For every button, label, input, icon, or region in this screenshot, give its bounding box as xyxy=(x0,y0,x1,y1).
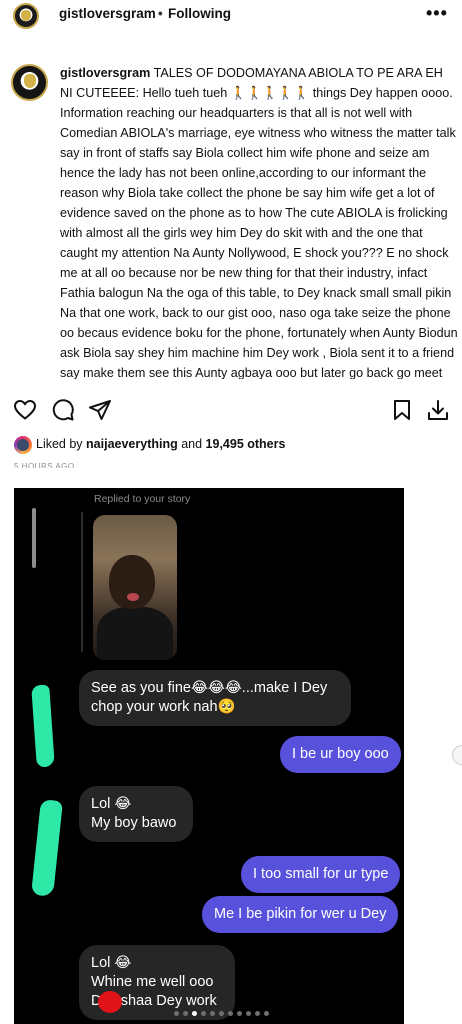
message-outgoing: I too small for ur type xyxy=(241,856,401,893)
carousel-dot xyxy=(246,1011,251,1016)
censor-blot xyxy=(98,991,122,1013)
carousel-dots[interactable] xyxy=(174,1011,269,1019)
download-icon[interactable] xyxy=(426,398,450,422)
following-button[interactable]: Following xyxy=(168,6,231,21)
header-username[interactable]: gistloversgram xyxy=(59,6,156,21)
likes-middle: and xyxy=(177,437,206,451)
carousel-dot xyxy=(210,1011,215,1016)
caption-avatar[interactable] xyxy=(11,64,48,101)
post-header: gistloversgram • Following ••• xyxy=(0,0,462,34)
next-slide-button[interactable] xyxy=(452,745,462,765)
post-caption: gistloversgram TALES OF DODOMAYANA ABIOL… xyxy=(60,63,458,379)
reply-line xyxy=(81,512,83,652)
carousel-dot xyxy=(264,1011,269,1016)
liker-avatar[interactable] xyxy=(14,436,32,454)
likes-row: Liked by naijaeverything and 19,495 othe… xyxy=(0,432,462,456)
carousel-dot xyxy=(255,1011,260,1016)
crest-icon xyxy=(21,10,31,21)
likes-count[interactable]: 19,495 others xyxy=(206,437,286,451)
carousel-dot xyxy=(237,1011,242,1016)
likes-prefix: Liked by xyxy=(36,437,87,451)
message-incoming: Lol 😂 My boy bawo xyxy=(79,786,193,842)
carousel-dot xyxy=(219,1011,224,1016)
message-outgoing: Me I be pikin for wer u Dey xyxy=(202,896,399,933)
post-timestamp: 5 HOURS AGO xyxy=(14,462,75,468)
carousel-dot xyxy=(228,1011,233,1016)
comment-icon[interactable] xyxy=(51,398,75,422)
bookmark-icon[interactable] xyxy=(391,398,413,422)
likes-summary[interactable]: Liked by naijaeverything and 19,495 othe… xyxy=(36,437,285,451)
story-body xyxy=(97,607,173,660)
caption-text: TALES OF DODOMAYANA ABIOLA TO PE ARA EH … xyxy=(60,66,458,379)
more-options-icon[interactable]: ••• xyxy=(426,3,448,24)
carousel-dot xyxy=(183,1011,188,1016)
caption-username[interactable]: gistloversgram xyxy=(60,66,150,80)
carousel-dot xyxy=(201,1011,206,1016)
carousel-dot-active xyxy=(192,1011,197,1016)
heart-icon[interactable] xyxy=(13,398,37,422)
send-icon[interactable] xyxy=(88,398,112,422)
replied-label: Replied to your story xyxy=(94,493,191,505)
scroll-indicator xyxy=(32,508,36,568)
liker-username[interactable]: naijaeverything xyxy=(86,437,178,451)
dm-screenshot[interactable]: Replied to your story See as you fine😂😂😂… xyxy=(14,488,404,1024)
story-mouth xyxy=(127,593,139,601)
censor-sticker xyxy=(31,799,63,897)
censor-sticker xyxy=(31,684,55,768)
header-separator: • xyxy=(158,6,163,21)
message-incoming: See as you fine😂😂😂...make I Dey chop you… xyxy=(79,670,351,726)
message-outgoing: I be ur boy ooo xyxy=(280,736,401,773)
crest-icon xyxy=(24,74,36,88)
story-thumbnail xyxy=(93,515,177,660)
action-bar xyxy=(0,392,462,428)
carousel-dot xyxy=(174,1011,179,1016)
profile-avatar[interactable] xyxy=(13,3,39,29)
